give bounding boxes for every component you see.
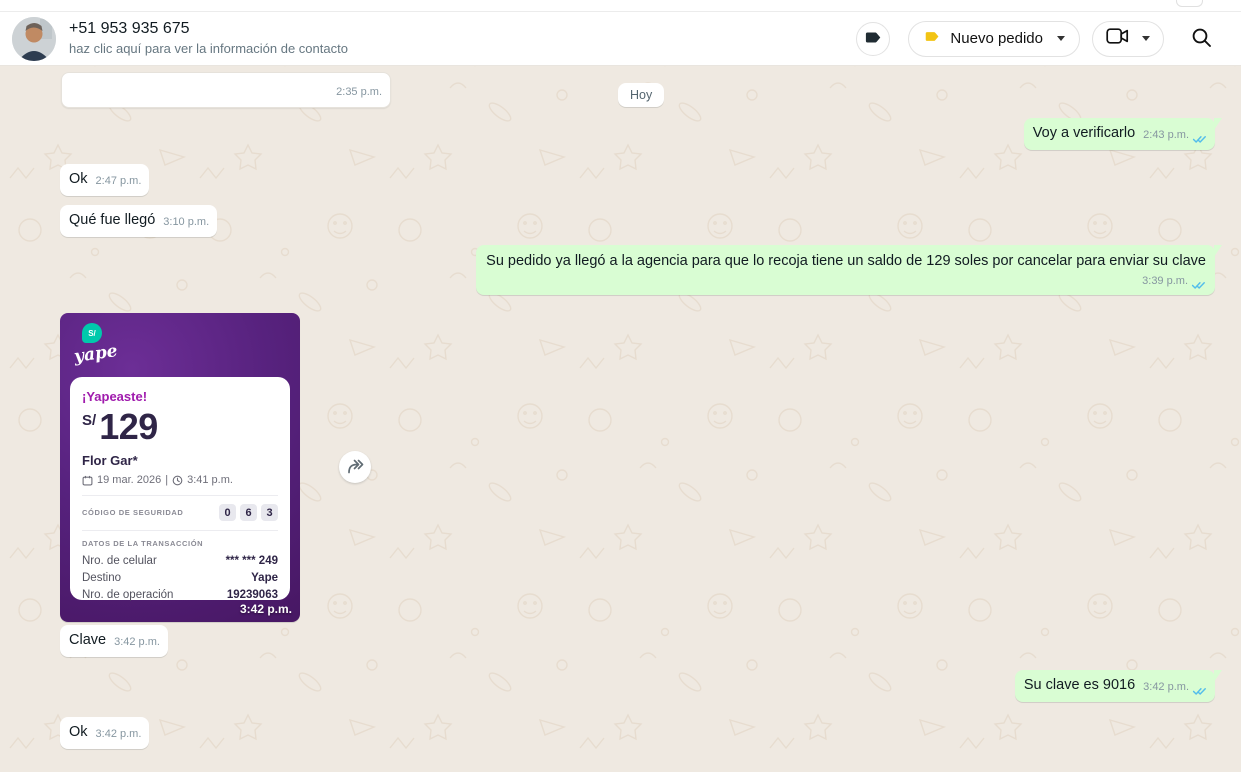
forward-message-button[interactable] <box>339 451 371 483</box>
message-time: 3:42 p.m. <box>114 636 160 648</box>
video-call-dropdown[interactable] <box>1092 20 1164 57</box>
contact-info-hint: haz clic aquí para ver la información de… <box>69 41 348 56</box>
avatar-photo <box>12 16 56 61</box>
yape-receipt-card: ¡Yapeaste! S/ 129 Flor Gar* 19 mar. 2026… <box>70 377 290 601</box>
header-actions: Nuevo pedido <box>856 20 1212 57</box>
receipt-amount: S/ 129 <box>82 409 278 445</box>
message-time: 3:42 p.m. <box>95 728 142 740</box>
yape-logo-icon: S/ <box>82 323 102 343</box>
yape-logo: S/ yape <box>72 323 119 367</box>
transaction-row: Nro. de celular *** *** 249 <box>82 555 278 567</box>
message-bubble-incoming: Clave 3:42 p.m. <box>60 625 168 657</box>
top-chrome-bar <box>0 0 1241 12</box>
divider <box>82 530 278 531</box>
status-dropdown[interactable]: Nuevo pedido <box>908 20 1080 57</box>
message-text: Clave <box>69 632 107 648</box>
message-bubble-outgoing: Su pedido ya llegó a la agencia para que… <box>476 245 1222 295</box>
tag-icon <box>864 29 882 49</box>
divider <box>82 495 278 496</box>
transaction-row: Destino Yape <box>82 572 278 584</box>
forward-arrow-icon <box>345 457 365 478</box>
message-list: 2:35 p.m. Hoy Voy a verificarlo 2:43 p.m… <box>0 0 1241 772</box>
message-bubble-outgoing: Voy a verificarlo 2:43 p.m. <box>1023 118 1223 150</box>
contact-phone-number: +51 953 935 675 <box>69 20 190 37</box>
contact-avatar[interactable] <box>12 16 56 61</box>
chevron-down-icon <box>1057 36 1065 41</box>
separator: | <box>165 474 169 486</box>
calendar-icon <box>82 475 93 485</box>
read-receipt-double-check-icon <box>1191 282 1205 289</box>
message-text: Ok <box>69 171 88 187</box>
currency-symbol: S/ <box>82 412 97 429</box>
yellow-tag-icon <box>924 29 940 49</box>
amount-value: 129 <box>99 406 158 447</box>
chevron-down-icon <box>1142 36 1150 41</box>
message-text: Voy a verificarlo <box>1032 125 1136 141</box>
receipt-date: 19 mar. 2026 <box>97 474 162 486</box>
contact-info[interactable]: +51 953 935 675 haz clic aquí para ver l… <box>69 19 348 58</box>
receipt-time: 3:41 p.m. <box>187 474 233 486</box>
row-label: Destino <box>82 572 121 584</box>
message-time: 2:35 p.m. <box>336 86 382 98</box>
message-time: 2:43 p.m. <box>1143 129 1189 141</box>
yape-logo-wordmark: yape <box>72 341 119 367</box>
message-text: Ok <box>69 724 88 740</box>
message-bubble-incoming: 2:35 p.m. <box>61 72 391 108</box>
security-digit: 0 <box>219 504 236 521</box>
search-button[interactable] <box>1191 27 1212 51</box>
message-text: Su pedido ya llegó a la agencia para que… <box>486 253 1206 269</box>
status-label: Nuevo pedido <box>950 30 1043 47</box>
top-edge-tab <box>1176 0 1203 7</box>
row-label: Nro. de celular <box>82 555 157 567</box>
message-bubble-incoming: Qué fue llegó 3:10 p.m. <box>60 205 218 237</box>
security-code-row: CÓDIGO DE SEGURIDAD 0 6 3 <box>82 504 278 521</box>
message-time-overlay: 3:42 p.m. <box>239 602 292 616</box>
chat-header: +51 953 935 675 haz clic aquí para ver l… <box>0 12 1241 66</box>
security-code-digits: 0 6 3 <box>219 504 278 521</box>
transaction-row: Nro. de operación 19239063 <box>82 589 278 601</box>
date-divider: Hoy <box>618 83 665 107</box>
row-value: 19239063 <box>226 589 278 601</box>
receipt-datetime: 19 mar. 2026 | 3:41 p.m. <box>82 474 278 486</box>
clock-icon <box>172 475 183 485</box>
read-receipt-double-check-icon <box>1192 136 1206 143</box>
row-label: Nro. de operación <box>82 589 174 601</box>
message-bubble-outgoing: Su clave es 9016 3:42 p.m. <box>1014 670 1223 702</box>
row-value: Yape <box>251 572 278 584</box>
receipt-recipient: Flor Gar* <box>82 453 138 468</box>
video-camera-icon <box>1106 28 1129 49</box>
security-code-label: CÓDIGO DE SEGURIDAD <box>82 508 184 517</box>
row-value: *** *** 249 <box>225 555 278 567</box>
message-time: 3:39 p.m. <box>1142 275 1188 287</box>
message-text: Qué fue llegó <box>69 212 156 228</box>
transaction-data-label: DATOS DE LA TRANSACCIÓN <box>82 539 204 548</box>
security-digit: 6 <box>240 504 257 521</box>
search-icon <box>1191 27 1212 51</box>
image-message-yape-receipt[interactable]: S/ yape ¡Yapeaste! S/ 129 Flor Gar* 19 m… <box>60 313 300 622</box>
message-time: 2:47 p.m. <box>95 175 142 187</box>
message-text: Su clave es 9016 <box>1023 677 1136 693</box>
receipt-title: ¡Yapeaste! <box>82 389 148 404</box>
security-digit: 3 <box>261 504 278 521</box>
read-receipt-double-check-icon <box>1192 688 1206 695</box>
tag-button[interactable] <box>856 21 891 56</box>
message-bubble-incoming: Ok 3:42 p.m. <box>60 717 150 749</box>
message-time: 3:42 p.m. <box>1143 681 1189 693</box>
transaction-rows: Nro. de celular *** *** 249 Destino Yape… <box>82 555 278 601</box>
message-time: 3:10 p.m. <box>163 216 210 228</box>
message-bubble-incoming: Ok 2:47 p.m. <box>60 164 150 196</box>
